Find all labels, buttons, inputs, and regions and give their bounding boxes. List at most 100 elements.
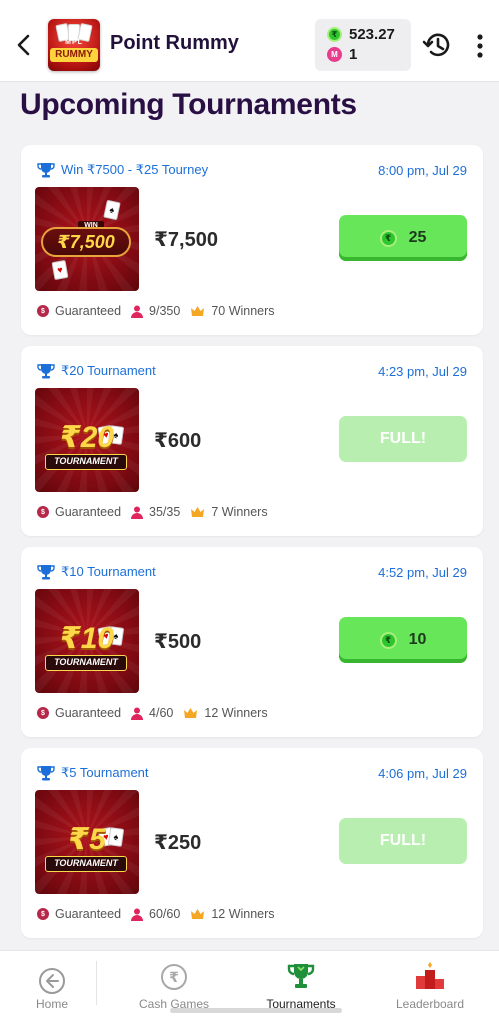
- guaranteed-icon: $: [37, 506, 49, 518]
- trophy-icon: [37, 766, 55, 781]
- tournament-thumbnail: ♥ ♠ ₹5 TOURNAMENT: [35, 790, 139, 894]
- tournament-stats: $ Guaranteed 4/60 12 Winners: [37, 705, 278, 721]
- back-button[interactable]: [10, 30, 38, 60]
- nav-item-cash-games[interactable]: ₹ Cash Games: [124, 951, 224, 1024]
- player-icon: [131, 305, 144, 318]
- thumb-banner: TOURNAMENT: [45, 454, 127, 470]
- guaranteed-label: Guaranteed: [55, 505, 122, 519]
- history-button[interactable]: [421, 29, 453, 61]
- cash-balance: 523.27: [349, 26, 395, 43]
- tournament-time: 4:23 pm, Jul 29: [378, 363, 467, 379]
- logo-mpl-text: MPL: [65, 39, 83, 46]
- winners-count: 12 Winners: [211, 907, 275, 921]
- trophy-icon: [287, 964, 315, 988]
- entry-status: FULL!: [379, 832, 427, 849]
- page-title: Upcoming Tournaments: [20, 88, 357, 121]
- tournament-stats: $ Guaranteed 9/350 70 Winners: [37, 303, 285, 319]
- winners-count: 70 Winners: [211, 304, 275, 318]
- player-icon: [131, 908, 144, 921]
- token-balance: 1: [349, 46, 358, 63]
- join-button[interactable]: ₹ 25: [339, 215, 467, 261]
- nav-label: Leaderboard: [395, 997, 465, 1011]
- player-icon: [131, 506, 144, 519]
- tournament-name: ₹5 Tournament: [61, 765, 149, 780]
- rupee-coin-icon: ₹: [379, 631, 397, 649]
- guaranteed-label: Guaranteed: [55, 304, 122, 318]
- nav-divider: [96, 961, 97, 1005]
- nav-item-home[interactable]: Home: [14, 951, 90, 1024]
- rupee-icon: ₹: [161, 964, 187, 990]
- guaranteed-icon: $: [37, 707, 49, 719]
- guaranteed-label: Guaranteed: [55, 907, 122, 921]
- trophy-icon: [37, 364, 55, 379]
- guaranteed-icon: $: [37, 908, 49, 920]
- tournament-name: Win ₹7500 - ₹25 Tourney: [61, 162, 209, 177]
- player-icon: [131, 707, 144, 720]
- token-balance-row: M 1: [327, 46, 357, 63]
- mpl-token-icon: M: [327, 47, 342, 62]
- winners-count: 12 Winners: [204, 706, 268, 720]
- home-indicator: [170, 1008, 342, 1013]
- tournament-thumbnail: ♥ ♠ ₹10 TOURNAMENT: [35, 589, 139, 693]
- tournament-name: ₹20 Tournament: [61, 363, 156, 378]
- tournament-time: 4:52 pm, Jul 29: [378, 564, 467, 580]
- tournament-time: 4:06 pm, Jul 29: [378, 765, 467, 781]
- logo-rummy-text: RUMMY: [50, 48, 98, 62]
- thumb-banner: TOURNAMENT: [45, 856, 127, 872]
- entry-status: FULL!: [379, 430, 427, 447]
- rupee-coin-icon: ₹: [379, 229, 397, 247]
- full-button[interactable]: FULL!: [339, 416, 467, 462]
- entry-fee: 10: [408, 631, 427, 648]
- join-button[interactable]: ₹ 10: [339, 617, 467, 663]
- player-count: 60/60: [149, 907, 181, 921]
- nav-label: Home: [35, 997, 68, 1011]
- player-count: 9/350: [149, 304, 181, 318]
- app-logo: MPL RUMMY: [48, 19, 100, 71]
- crown-icon: [184, 708, 198, 718]
- tournament-name-row: Win ₹7500 - ₹25 Tourney: [37, 162, 208, 178]
- playing-card-icon: ♥: [51, 259, 81, 283]
- crown-icon: [191, 306, 205, 316]
- guaranteed-icon: $: [37, 305, 49, 317]
- prize-pool: ₹250: [154, 832, 202, 854]
- trophy-icon: [37, 565, 55, 580]
- player-count: 35/35: [149, 505, 181, 519]
- prize-pool: ₹600: [154, 430, 202, 452]
- top-bar: MPL RUMMY Point Rummy ₹ 523.27 M 1: [0, 0, 499, 82]
- tournament-stats: $ Guaranteed 35/35 7 Winners: [37, 504, 278, 520]
- full-button[interactable]: FULL!: [339, 818, 467, 864]
- thumb-amount: ₹5: [68, 823, 106, 856]
- wallet-balance[interactable]: ₹ 523.27 M 1: [315, 19, 411, 71]
- tournament-name-row: ₹20 Tournament: [37, 363, 156, 379]
- tournament-card[interactable]: ₹20 Tournament 4:23 pm, Jul 29 ♥ ♠ ₹20 T…: [21, 346, 483, 536]
- rupee-coin-icon: ₹: [327, 27, 342, 42]
- guaranteed-label: Guaranteed: [55, 706, 122, 720]
- thumb-banner: TOURNAMENT: [45, 655, 127, 671]
- thumb-amount: ₹20: [59, 421, 115, 454]
- tournament-name-row: ₹5 Tournament: [37, 765, 149, 781]
- game-title: Point Rummy: [110, 32, 239, 54]
- home-back-icon: [39, 968, 65, 994]
- cash-balance-row: ₹ 523.27: [327, 26, 395, 43]
- tournament-time: 8:00 pm, Jul 29: [378, 162, 467, 178]
- tournament-name-row: ₹10 Tournament: [37, 564, 156, 580]
- winners-count: 7 Winners: [211, 505, 268, 519]
- tournament-thumbnail: ♠ WIN ₹7,500 ♥: [35, 187, 139, 291]
- podium-icon: [416, 962, 444, 989]
- nav-item-tournaments[interactable]: Tournaments: [250, 951, 352, 1024]
- prize-pool: ₹500: [154, 631, 202, 653]
- entry-fee: 25: [408, 229, 427, 246]
- tournament-card[interactable]: Win ₹7500 - ₹25 Tourney 8:00 pm, Jul 29 …: [21, 145, 483, 335]
- player-count: 4/60: [149, 706, 174, 720]
- tournament-card[interactable]: ₹5 Tournament 4:06 pm, Jul 29 ♥ ♠ ₹5 TOU…: [21, 748, 483, 938]
- thumb-amount: ₹10: [59, 622, 115, 655]
- thumb-amount: ₹7,500: [41, 227, 131, 257]
- crown-icon: [191, 909, 205, 919]
- vertical-dots-icon: [477, 34, 483, 58]
- tournament-card[interactable]: ₹10 Tournament 4:52 pm, Jul 29 ♥ ♠ ₹10 T…: [21, 547, 483, 737]
- svg-text:₹: ₹: [169, 970, 179, 986]
- nav-item-leaderboard[interactable]: Leaderboard: [382, 951, 478, 1024]
- tournament-name: ₹10 Tournament: [61, 564, 156, 579]
- more-options-button[interactable]: [472, 32, 488, 60]
- crown-icon: [191, 507, 205, 517]
